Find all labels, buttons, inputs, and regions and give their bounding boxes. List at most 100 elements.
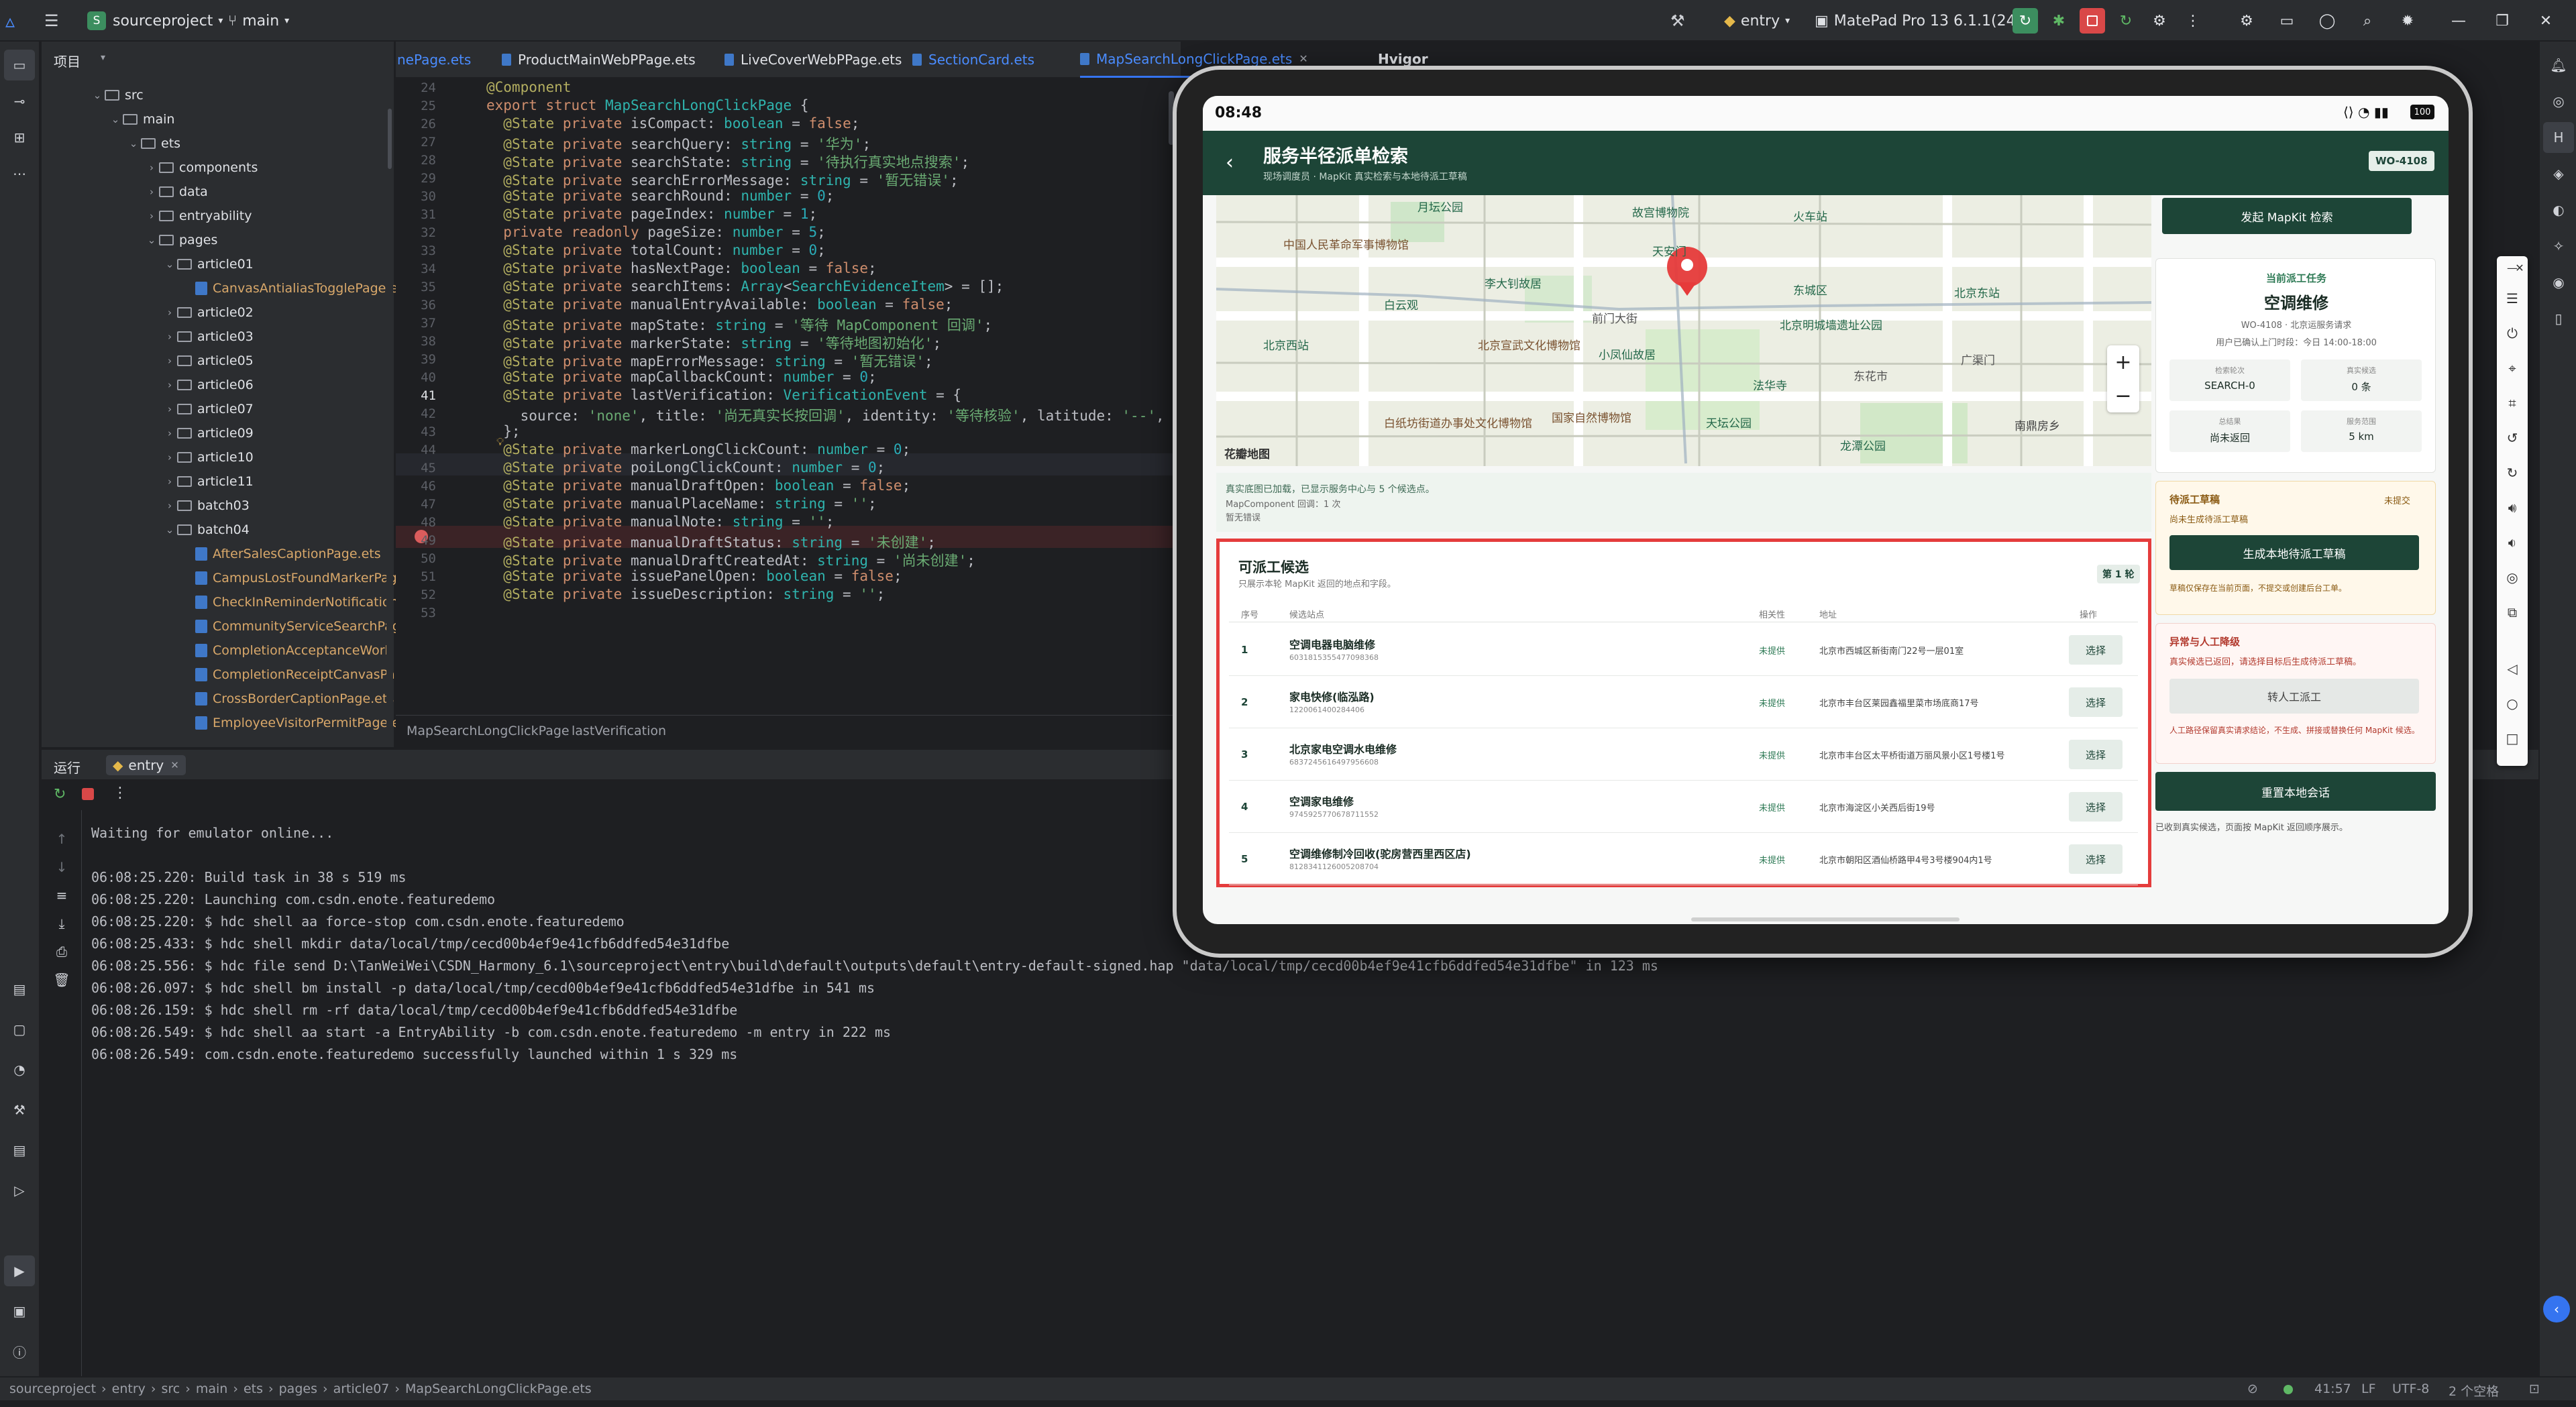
tree-item[interactable]: EmployeeVisitorPermitPage.e (180, 711, 400, 735)
branch-switcher[interactable]: ⑂ main ▾ (228, 8, 289, 34)
connection-status-icon[interactable] (2284, 1385, 2293, 1394)
map-poi[interactable]: 龙潭公园 (1840, 437, 1886, 453)
rotate-left-icon[interactable]: ↺ (2497, 423, 2528, 453)
tree-item[interactable]: › article03 (162, 325, 254, 349)
select-candidate-button[interactable]: 选择 (2069, 792, 2123, 822)
map-poi[interactable]: 北京西站 (1263, 336, 1309, 353)
line-separator[interactable]: LF (2361, 1382, 2376, 1396)
status-path-item[interactable]: src (162, 1382, 180, 1396)
main-menu-icon[interactable]: ☰ (44, 8, 71, 34)
codegenie-icon[interactable]: ◈ (2543, 158, 2574, 189)
more-actions-icon[interactable]: ⋮ (2180, 8, 2206, 34)
terminal-icon[interactable]: ▣ (4, 1296, 35, 1327)
zoom-out-button[interactable]: − (2107, 379, 2139, 412)
map-poi[interactable]: 中国人民革命军事博物馆 (1283, 235, 1409, 252)
tree-item[interactable]: CompletionAcceptanceWork (180, 638, 392, 663)
status-path-item[interactable]: MapSearchLongClickPage.ets (405, 1382, 592, 1396)
close-emulator-icon[interactable]: ✕ (2512, 256, 2528, 279)
debug-tool-icon[interactable]: ▷ (4, 1175, 35, 1206)
select-candidate-button[interactable]: 选择 (2069, 844, 2123, 874)
tree-scrollbar[interactable] (386, 42, 393, 747)
reset-session-button[interactable]: 重置本地会话 (2155, 772, 2436, 811)
clear-console-icon[interactable]: 🗑︎ (46, 964, 77, 995)
tab-sectioncard[interactable]: SectionCard.ets (912, 42, 1034, 78)
crop-icon[interactable]: ⌗ (2497, 388, 2528, 418)
services-tool-icon[interactable]: ▤ (4, 974, 35, 1005)
tree-item[interactable]: › article06 (162, 373, 254, 397)
map-poi[interactable]: 南鼎房乡 (2015, 416, 2060, 433)
tree-item[interactable]: CheckInReminderNotification (180, 590, 398, 614)
soft-wrap-icon[interactable]: ≡ (46, 880, 77, 911)
account-icon[interactable]: ◯ (2314, 8, 2340, 34)
tree-item[interactable]: CommunityServiceSearchPag (180, 614, 400, 638)
map-poi[interactable]: 东花市 (1854, 367, 1888, 384)
tab-productmainwebppage[interactable]: ProductMainWebPPage.ets (502, 42, 696, 78)
status-path-item[interactable]: main (196, 1382, 227, 1396)
tree-item[interactable]: CrossBorderCaptionPage.ets (180, 687, 394, 711)
log-tool-icon[interactable]: ▤ (4, 1135, 35, 1166)
run-config-selector[interactable]: ◆ entry ▾ (1724, 8, 1790, 34)
scroll-to-end-icon[interactable]: ⤓ (46, 908, 77, 939)
map-poi[interactable]: 小凤仙故居 (1599, 345, 1656, 362)
tree-item[interactable]: ⌄ ets (126, 131, 180, 156)
assistant-chat-icon[interactable]: ‹ (2543, 1296, 2570, 1322)
stop-icon[interactable] (82, 788, 94, 800)
chevron-down-icon[interactable]: ▾ (101, 52, 105, 63)
select-candidate-button[interactable]: 选择 (2069, 635, 2123, 665)
cursor-position[interactable]: 41:57 (2314, 1382, 2351, 1396)
device-manager-icon[interactable]: ▭ (2274, 8, 2300, 34)
run-config-tab[interactable]: ◆ entry ✕ (106, 755, 186, 775)
tree-item[interactable]: › article10 (162, 445, 254, 469)
table-row[interactable]: 3 北京家电空调水电维修 6837245616497956608 未提供 北京市丰台区太… (1229, 728, 2138, 781)
build-tool-icon[interactable]: ⚒ (1670, 8, 1685, 34)
profiler-icon[interactable]: ⚙ (2147, 8, 2172, 34)
terminal-tool-icon[interactable]: ▢ (4, 1014, 35, 1045)
tab-livecoverwebppage[interactable]: LiveCoverWebPPage.ets (724, 42, 902, 78)
lock-icon[interactable]: ⊡ (2529, 1382, 2540, 1396)
tree-item[interactable]: CompletionReceiptCanvasPa (180, 663, 395, 687)
home-indicator[interactable] (1691, 917, 1960, 921)
breadcrumb-item[interactable]: lastVerification (572, 724, 666, 738)
down-arrow-icon[interactable]: ↓ (46, 852, 77, 883)
search-icon[interactable]: ⌕ (2355, 8, 2380, 34)
tree-item[interactable]: ⌄ main (108, 107, 175, 131)
map-poi[interactable]: 法华寺 (1753, 376, 1787, 393)
volume-down-icon[interactable]: 🔉︎ (2497, 527, 2528, 558)
nav-back-icon[interactable]: ◁ (2497, 653, 2528, 684)
stop-button[interactable] (2080, 8, 2105, 34)
tree-item[interactable]: AfterSalesCaptionPage.ets (180, 542, 381, 566)
debug-button[interactable]: ✱ (2046, 8, 2072, 34)
table-row[interactable]: 2 家电快修(临泓路) 1220061400284406 未提供 北京市丰台区莱园鑫福里… (1229, 676, 2138, 728)
more-tools-icon[interactable]: ⋯ (4, 158, 35, 189)
tree-item[interactable]: ⌄ pages (144, 228, 218, 252)
device-file-icon[interactable]: ◎ (2543, 86, 2574, 117)
map-poi[interactable]: 白纸坊街道办事处文化博物馆 (1384, 414, 1532, 431)
tree-item[interactable]: › batch03 (162, 494, 250, 518)
close-tab-icon[interactable]: ✕ (1299, 52, 1307, 65)
map-poi[interactable]: 国家自然博物馆 (1552, 408, 1631, 425)
select-candidate-button[interactable]: 选择 (2069, 740, 2123, 769)
map-poi[interactable]: 火车站 (1793, 207, 1827, 224)
map-poi[interactable]: 月坛公园 (1417, 198, 1463, 215)
status-path-item[interactable]: entry (112, 1382, 146, 1396)
rotate-right-icon[interactable]: ↻ (2497, 457, 2528, 488)
tree-item[interactable]: › article11 (162, 469, 254, 494)
map-poi[interactable]: 李大钊故居 (1485, 274, 1542, 291)
status-path-item[interactable]: article07 (333, 1382, 390, 1396)
tree-item[interactable]: › data (144, 180, 208, 204)
commit-tool-icon[interactable]: ⊸ (4, 86, 35, 117)
project-switcher[interactable]: S sourceproject ▾ (87, 8, 223, 34)
table-row[interactable]: 1 空调电器电脑维修 6031815355477098368 未提供 北京市西城区新街南… (1229, 624, 2138, 676)
map-poi[interactable]: 广渠门 (1961, 351, 1995, 368)
map-poi[interactable]: 天安门 (1652, 242, 1686, 259)
device-screen[interactable]: 08:48 ⟨⟩ ◔ ▮▮ 100 ‹ 服务半径派单检索 现场调度员 · Map… (1203, 96, 2449, 924)
manual-dispatch-button[interactable]: 转人工派工 (2169, 679, 2419, 714)
map-view[interactable]: 月坛公园 故宫博物院 中国人民革命军事博物馆 天安门 李大钊故居 火车站 东城区… (1216, 195, 2151, 466)
zoom-in-button[interactable]: + (2107, 345, 2139, 379)
tree-item[interactable]: › article05 (162, 349, 254, 373)
tree-item[interactable]: ⌄ src (90, 83, 144, 107)
volume-up-icon[interactable]: 🔊︎ (2497, 492, 2528, 523)
tree-item[interactable]: CampusLostFoundMarkerPag (180, 566, 397, 590)
status-path-item[interactable]: pages (279, 1382, 317, 1396)
screenshot-icon[interactable]: ◎ (2497, 562, 2528, 593)
